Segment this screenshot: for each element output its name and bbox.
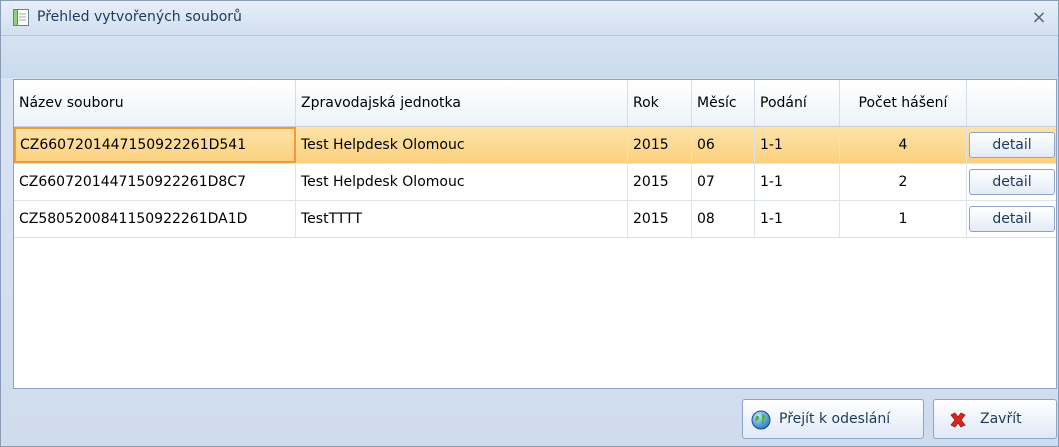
cell-year[interactable]: 2015 [628,164,692,200]
column-header-file-name[interactable]: Název souboru [14,80,296,126]
cell-month[interactable]: 08 [692,201,755,237]
detail-button[interactable]: detail [969,206,1055,232]
cell-year[interactable]: 2015 [628,127,692,163]
close-icon[interactable]: × [1028,7,1050,29]
column-header-submission[interactable]: Podání [755,80,840,126]
title-bar: Přehled vytvořených souborů × [1,1,1058,36]
cell-submission[interactable]: 1-1 [755,164,840,200]
cell-year[interactable]: 2015 [628,201,692,237]
cell-month[interactable]: 06 [692,127,755,163]
cell-month[interactable]: 07 [692,164,755,200]
table-header: Název souboru Zpravodajská jednotka Rok … [14,80,1056,127]
detail-button[interactable]: detail [969,132,1055,158]
cell-submission[interactable]: 1-1 [755,201,840,237]
cell-file-name[interactable]: CZ5805200841150922261DA1D [14,201,296,237]
table-row[interactable]: CZ5805200841150922261DA1D TestTTTT 2015 … [14,201,1056,238]
detail-button[interactable]: detail [969,169,1055,195]
column-header-action [967,80,1056,126]
column-header-month[interactable]: Měsíc [692,80,755,126]
globe-icon [751,410,771,434]
cell-unit[interactable]: Test Helpdesk Olomouc [296,164,628,200]
cell-submission[interactable]: 1-1 [755,127,840,163]
column-header-year[interactable]: Rok [628,80,692,126]
window-title: Přehled vytvořených souborů [37,9,242,25]
column-header-count[interactable]: Počet hášení [840,80,967,126]
table-row[interactable]: CZ6607201447150922261D541 Test Helpdesk … [14,127,1056,164]
go-to-send-label: Přejít k odeslání [779,411,891,427]
column-header-unit[interactable]: Zpravodajská jednotka [296,80,628,126]
cell-unit[interactable]: TestTTTT [296,201,628,237]
go-to-send-button[interactable]: Přejít k odeslání [742,399,924,439]
cell-count[interactable]: 2 [840,164,967,200]
close-button[interactable]: Zavřít [933,399,1057,439]
cell-count[interactable]: 1 [840,201,967,237]
document-list-icon [13,9,29,26]
cell-file-name[interactable]: CZ6607201447150922261D8C7 [14,164,296,200]
cell-unit[interactable]: Test Helpdesk Olomouc [296,127,628,163]
toolbar-area [1,36,1058,78]
cell-count[interactable]: 4 [840,127,967,163]
table-row[interactable]: CZ6607201447150922261D8C7 Test Helpdesk … [14,164,1056,201]
files-overview-dialog: Přehled vytvořených souborů × Název soub… [0,0,1059,447]
red-x-icon [948,410,968,434]
cell-file-name[interactable]: CZ6607201447150922261D541 [14,127,296,163]
close-label: Zavřít [980,411,1022,427]
files-table: Název souboru Zpravodajská jednotka Rok … [13,79,1057,389]
